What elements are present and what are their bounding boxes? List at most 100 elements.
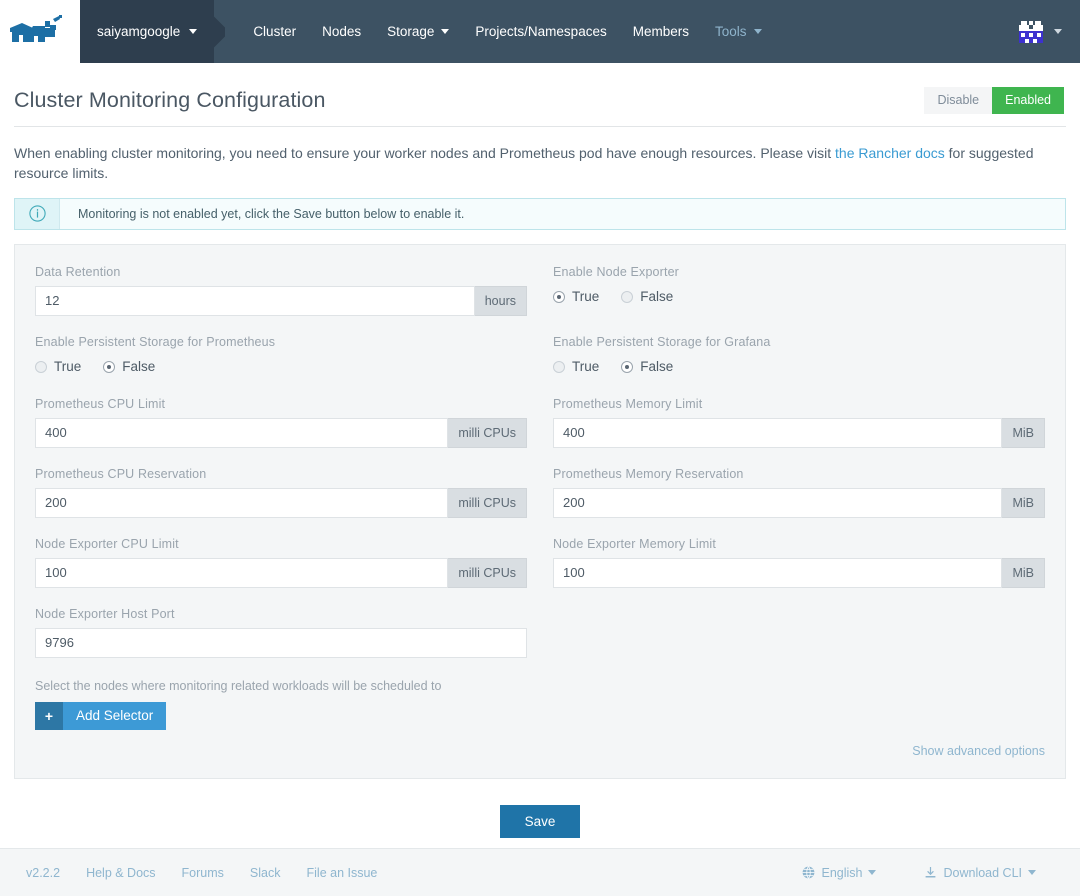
- chevron-down-icon: [1054, 29, 1062, 34]
- nav-item-storage[interactable]: Storage: [374, 24, 462, 39]
- footer-link-forums[interactable]: Forums: [182, 866, 224, 880]
- prometheus-memory-reservation-label: Prometheus Memory Reservation: [553, 466, 744, 481]
- add-selector-button[interactable]: + Add Selector: [35, 701, 167, 730]
- prometheus-cpu-limit-input[interactable]: [35, 417, 449, 448]
- nav-label: Members: [632, 24, 689, 39]
- download-cli-selector[interactable]: Download CLI: [924, 866, 1036, 880]
- field-node-exporter-cpu-limit: Node Exporter CPU Limit milli CPUs: [35, 537, 527, 588]
- node-exporter-cpu-limit-suffix: milli CPUs: [448, 557, 527, 588]
- field-data-retention: Data Retention hours: [35, 265, 527, 316]
- monitoring-config-card: Data Retention hours Enable Node Exporte…: [14, 243, 1066, 779]
- node-selector-note: Select the nodes where monitoring relate…: [35, 678, 442, 693]
- nav-label: Nodes: [322, 24, 362, 39]
- download-icon: [926, 867, 936, 878]
- prometheus-cpu-limit-suffix: milli CPUs: [448, 417, 527, 448]
- user-avatar-identicon: [1017, 18, 1045, 45]
- nav-item-tools[interactable]: Tools: [702, 24, 775, 39]
- node-exporter-radio-true[interactable]: True: [553, 289, 599, 304]
- chevron-down-icon: [753, 29, 762, 34]
- prometheus-cpu-reservation-group: milli CPUs: [35, 487, 527, 518]
- nav-label: Tools: [714, 24, 747, 39]
- footer-link-version[interactable]: v2.2.2: [26, 866, 60, 880]
- node-exporter-host-port-label: Node Exporter Host Port: [35, 606, 175, 621]
- grafana-storage-radio-false[interactable]: False: [621, 359, 673, 374]
- prometheus-cpu-limit-label: Prometheus CPU Limit: [35, 396, 166, 411]
- page-footer: v2.2.2 Help & Docs Forums Slack File an …: [0, 848, 1080, 896]
- save-button[interactable]: Save: [499, 804, 581, 838]
- field-node-exporter-memory-limit: Node Exporter Memory Limit MiB: [553, 537, 1045, 588]
- chevron-down-icon: [868, 870, 877, 875]
- info-banner-text: Monitoring is not enabled yet, click the…: [59, 198, 1065, 229]
- globe-icon: [803, 866, 815, 879]
- nav-item-projects-namespaces[interactable]: Projects/Namespaces: [462, 24, 619, 39]
- data-retention-label: Data Retention: [35, 264, 121, 279]
- field-prometheus-cpu-reservation: Prometheus CPU Reservation milli CPUs: [35, 467, 527, 518]
- node-exporter-cpu-limit-group: milli CPUs: [35, 557, 527, 588]
- nav-item-members[interactable]: Members: [620, 24, 702, 39]
- prom-storage-radio-false[interactable]: False: [103, 359, 155, 374]
- node-exporter-cpu-limit-input[interactable]: [35, 557, 449, 588]
- prometheus-cpu-reservation-input[interactable]: [35, 487, 449, 518]
- node-exporter-memory-limit-input[interactable]: [553, 557, 1003, 588]
- top-navigation-bar: saiyamgoogle Cluster Nodes Storage Proje…: [0, 0, 1080, 63]
- field-prometheus-cpu-limit: Prometheus CPU Limit milli CPUs: [35, 397, 527, 448]
- node-exporter-radio-false[interactable]: False: [621, 289, 673, 304]
- node-exporter-cpu-limit-label: Node Exporter CPU Limit: [35, 536, 179, 551]
- footer-link-file-an-issue[interactable]: File an Issue: [307, 866, 378, 880]
- prometheus-memory-reservation-group: MiB: [553, 487, 1045, 518]
- rancher-logo[interactable]: [0, 0, 80, 63]
- prometheus-memory-limit-group: MiB: [553, 417, 1045, 448]
- enable-node-exporter-label: Enable Node Exporter: [553, 264, 679, 279]
- disable-button[interactable]: Disable: [924, 87, 993, 114]
- nav-label: Cluster: [253, 24, 297, 39]
- monitoring-toggle-group: Disable Enabled: [924, 87, 1064, 114]
- enable-node-exporter-radios: True False: [553, 286, 1045, 308]
- show-advanced-options-link[interactable]: Show advanced options: [912, 744, 1045, 758]
- nav-label: Projects/Namespaces: [475, 24, 607, 39]
- prom-storage-radio-true[interactable]: True: [35, 359, 81, 374]
- node-exporter-host-port-input[interactable]: [35, 627, 527, 658]
- radio-label: False: [122, 359, 156, 375]
- enabled-button[interactable]: Enabled: [992, 87, 1064, 114]
- prometheus-cpu-limit-group: milli CPUs: [35, 417, 527, 448]
- language-label: English: [821, 865, 863, 880]
- field-prometheus-memory-limit: Prometheus Memory Limit MiB: [553, 397, 1045, 448]
- footer-link-help-docs[interactable]: Help & Docs: [86, 866, 155, 880]
- advanced-options-row: Show advanced options: [35, 742, 1045, 760]
- prometheus-memory-limit-label: Prometheus Memory Limit: [553, 396, 703, 411]
- radio-label: True: [572, 359, 600, 375]
- radio-label: False: [640, 359, 674, 375]
- cluster-switcher[interactable]: saiyamgoogle: [80, 0, 215, 63]
- persistent-storage-prometheus-radios: True False: [35, 356, 527, 378]
- radio-dot-icon: [553, 360, 565, 373]
- persistent-storage-grafana-radios: True False: [553, 356, 1045, 378]
- node-exporter-memory-limit-label: Node Exporter Memory Limit: [553, 536, 716, 551]
- chevron-down-icon: [441, 29, 450, 34]
- field-persistent-storage-prometheus: Enable Persistent Storage for Prometheus…: [35, 335, 527, 378]
- add-selector-label: Add Selector: [63, 701, 167, 730]
- language-selector[interactable]: English: [802, 865, 877, 880]
- description-text-before: When enabling cluster monitoring, you ne…: [14, 145, 836, 161]
- nav-item-cluster[interactable]: Cluster: [240, 24, 309, 39]
- spacer-cell: [553, 607, 1045, 677]
- rancher-docs-link[interactable]: the Rancher docs: [835, 145, 945, 161]
- prometheus-cpu-reservation-label: Prometheus CPU Reservation: [35, 466, 207, 481]
- footer-link-slack[interactable]: Slack: [250, 866, 281, 880]
- plus-icon: +: [35, 701, 63, 730]
- prometheus-memory-reservation-input[interactable]: [553, 487, 1003, 518]
- nav-item-nodes[interactable]: Nodes: [309, 24, 374, 39]
- radio-label: False: [640, 289, 674, 305]
- field-enable-node-exporter: Enable Node Exporter True False: [553, 265, 1045, 316]
- radio-dot-icon: [35, 360, 47, 373]
- node-exporter-memory-limit-suffix: MiB: [1002, 557, 1045, 588]
- prometheus-cpu-reservation-suffix: milli CPUs: [448, 487, 527, 518]
- chip-arrow-decoration: [214, 0, 225, 63]
- grafana-storage-radio-true[interactable]: True: [553, 359, 599, 374]
- radio-dot-icon: [621, 290, 634, 303]
- data-retention-input[interactable]: [35, 285, 475, 316]
- prometheus-memory-limit-input[interactable]: [553, 417, 1003, 448]
- page-description: When enabling cluster monitoring, you ne…: [0, 127, 1080, 198]
- data-retention-input-group: hours: [35, 285, 527, 316]
- prometheus-memory-reservation-suffix: MiB: [1002, 487, 1045, 518]
- user-menu[interactable]: [1017, 0, 1080, 63]
